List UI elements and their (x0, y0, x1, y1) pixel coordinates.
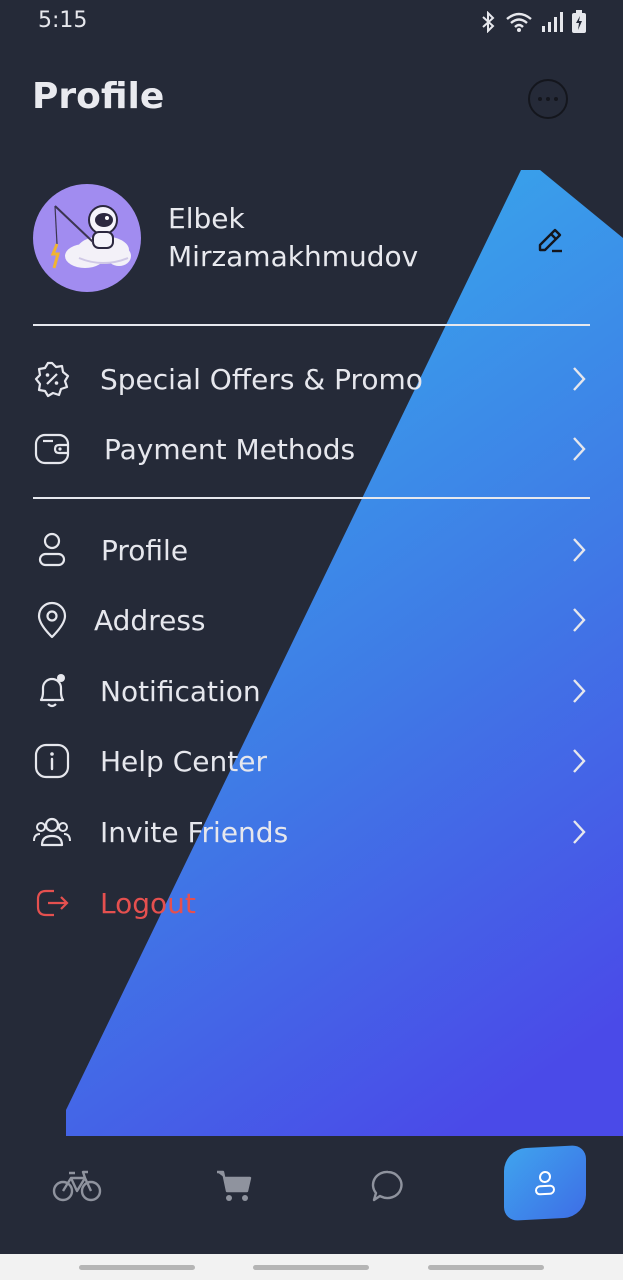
menu-item-payment-methods[interactable]: Payment Methods (32, 419, 592, 479)
menu-item-notification[interactable]: Notification (32, 661, 592, 721)
more-options-button[interactable] (528, 79, 568, 119)
user-icon (535, 1170, 555, 1196)
menu-item-label: Payment Methods (104, 432, 356, 466)
gesture-handle (428, 1265, 544, 1270)
menu-item-profile[interactable]: Profile (32, 520, 592, 580)
menu-item-label: Invite Friends (100, 815, 289, 849)
gesture-handle (253, 1265, 369, 1270)
bell-icon (32, 671, 72, 711)
bottom-navigation (0, 1136, 623, 1254)
location-pin-icon (32, 600, 72, 640)
chevron-right-icon (566, 535, 592, 565)
user-icon (32, 530, 72, 570)
user-first-name: Elbek (168, 202, 245, 235)
chevron-right-icon (566, 605, 592, 635)
info-icon (32, 741, 72, 781)
edit-profile-button[interactable] (530, 220, 570, 260)
nav-profile-active[interactable] (504, 1144, 586, 1222)
bluetooth-icon (479, 11, 497, 33)
divider (33, 497, 590, 499)
divider (33, 324, 590, 326)
nav-bike[interactable] (47, 1162, 107, 1210)
logout-button[interactable]: Logout (32, 873, 592, 933)
nav-chat[interactable] (358, 1162, 418, 1210)
chevron-right-icon (566, 364, 592, 394)
battery-charging-icon (571, 10, 587, 34)
signal-icon (541, 11, 563, 33)
discount-badge-icon (32, 359, 72, 399)
user-full-name: Elbek Mirzamakhmudov (168, 200, 468, 276)
logout-icon (32, 883, 72, 923)
system-gesture-bar (0, 1254, 623, 1280)
menu-item-label: Special Offers & Promo (100, 362, 423, 396)
menu-item-label: Address (94, 603, 206, 637)
menu-item-invite-friends[interactable]: Invite Friends (32, 802, 592, 862)
menu-item-address[interactable]: Address (32, 590, 592, 650)
more-horizontal-icon (538, 97, 558, 101)
menu-item-label: Help Center (100, 744, 267, 778)
chevron-right-icon (566, 746, 592, 776)
users-icon (32, 812, 72, 852)
status-time: 5:15 (38, 8, 88, 33)
avatar[interactable] (33, 184, 141, 292)
gesture-handle (79, 1265, 195, 1270)
pencil-icon (538, 228, 562, 253)
menu-item-special-offers[interactable]: Special Offers & Promo (32, 349, 592, 409)
chevron-right-icon (566, 676, 592, 706)
wallet-icon (32, 429, 72, 469)
menu-item-help-center[interactable]: Help Center (32, 731, 592, 791)
wifi-icon (505, 11, 533, 33)
page-title: Profile (32, 76, 165, 117)
bicycle-icon (52, 1170, 102, 1202)
user-last-name: Mirzamakhmudov (168, 240, 419, 273)
chevron-right-icon (566, 817, 592, 847)
status-bar: 5:15 (0, 0, 623, 44)
logout-label: Logout (100, 886, 196, 920)
nav-cart[interactable] (204, 1162, 264, 1210)
menu-item-label: Profile (101, 533, 189, 567)
astronaut-avatar-image (50, 205, 131, 269)
menu-item-label: Notification (100, 674, 261, 708)
cart-icon (217, 1170, 252, 1201)
chat-bubble-icon (371, 1170, 403, 1202)
chevron-right-icon (566, 434, 592, 464)
